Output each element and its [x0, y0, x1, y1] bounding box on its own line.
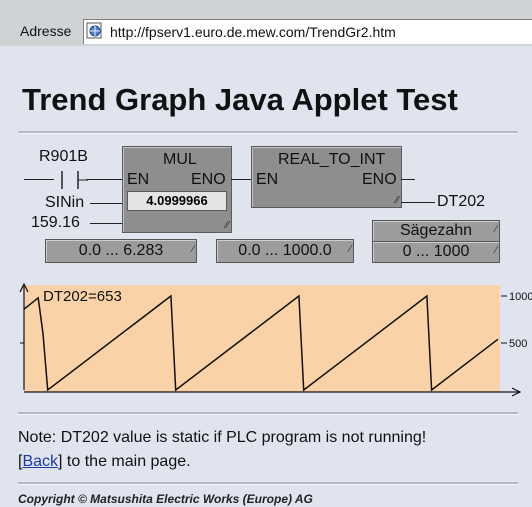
copyright: Copyright © Matsushita Electric Works (E…	[18, 492, 313, 506]
chart-y-ticks: 1000 500	[501, 291, 532, 350]
web-page-icon	[86, 22, 102, 39]
y-tick-label: 1000	[509, 291, 532, 303]
function-block-diagram: R901B SINin 159.16 MUL EN ENO 4.0999966 …	[0, 138, 532, 284]
address-input[interactable]: http://fpserv1.euro.de.mew.com/TrendGr2.…	[83, 19, 532, 44]
range-box-3-title[interactable]: Sägezahn ⁄	[372, 220, 500, 242]
wire	[86, 179, 122, 180]
back-suffix: to the main page.	[62, 453, 191, 470]
mul-block[interactable]: MUL EN ENO 4.0999966 ⁄⁄	[122, 146, 232, 233]
resize-grip-icon[interactable]: ⁄	[495, 220, 497, 240]
address-bar: Adresse http://fpserv1.euro.de.mew.com/T…	[0, 0, 532, 47]
mul-value[interactable]: 4.0999966	[127, 191, 227, 211]
input-label: SINin	[45, 194, 85, 211]
range-box-3[interactable]: 0 ... 1000 ⁄	[372, 241, 500, 263]
back-link[interactable]: Back	[22, 453, 58, 470]
wire	[401, 179, 415, 180]
contact-symbol-icon	[61, 171, 88, 189]
range-2-value: 0.0 ... 1000.0	[238, 242, 332, 259]
address-url[interactable]: http://fpserv1.euro.de.mew.com/TrendGr2.…	[110, 24, 396, 40]
divider	[18, 412, 518, 415]
y-tick-label: 500	[509, 338, 527, 350]
range-3-value: 0 ... 1000	[402, 243, 470, 260]
divider	[18, 131, 518, 134]
page-content: Trend Graph Java Applet Test R901B SINin…	[0, 46, 532, 507]
wire	[24, 179, 54, 180]
wire	[401, 202, 435, 203]
series-line	[23, 294, 499, 392]
mul-eno-pin: ENO	[191, 171, 226, 188]
mul-en-pin: EN	[127, 171, 150, 188]
resize-grip-icon[interactable]: ⁄	[192, 239, 194, 261]
range-3-title: Sägezahn	[399, 222, 473, 239]
note-text: Note: DT202 value is static if PLC progr…	[18, 429, 427, 446]
range-box-1[interactable]: 0.0 ... 6.283 ⁄	[45, 239, 197, 263]
output-label: DT202	[437, 193, 486, 210]
mul-title: MUL	[163, 151, 197, 168]
input-value: 159.16	[31, 214, 80, 231]
conv-eno-pin: ENO	[362, 171, 397, 188]
wire	[90, 203, 122, 204]
resize-grip-icon[interactable]: ⁄⁄	[396, 195, 399, 206]
back-line: [Back] to the main page.	[18, 453, 191, 470]
conv-en-pin: EN	[256, 171, 279, 188]
divider	[18, 482, 518, 485]
wire	[90, 223, 122, 224]
page-title: Trend Graph Java Applet Test	[22, 82, 458, 117]
contact-label: R901B	[39, 148, 88, 165]
real-to-int-block[interactable]: REAL_TO_INT EN ENO ⁄⁄	[251, 146, 402, 208]
resize-grip-icon[interactable]: ⁄	[349, 239, 351, 261]
conv-title: REAL_TO_INT	[278, 151, 386, 168]
range-box-2[interactable]: 0.0 ... 1000.0 ⁄	[216, 239, 354, 263]
trend-chart: 1000 500 DT202=653	[19, 282, 532, 397]
resize-grip-icon[interactable]: ⁄⁄	[226, 220, 229, 231]
chart-series	[23, 294, 499, 392]
resize-grip-icon[interactable]: ⁄	[495, 241, 497, 261]
chart-title: DT202=653	[43, 288, 122, 305]
address-label: Adresse	[20, 23, 72, 39]
wire	[231, 179, 251, 180]
range-1-value: 0.0 ... 6.283	[78, 242, 164, 259]
